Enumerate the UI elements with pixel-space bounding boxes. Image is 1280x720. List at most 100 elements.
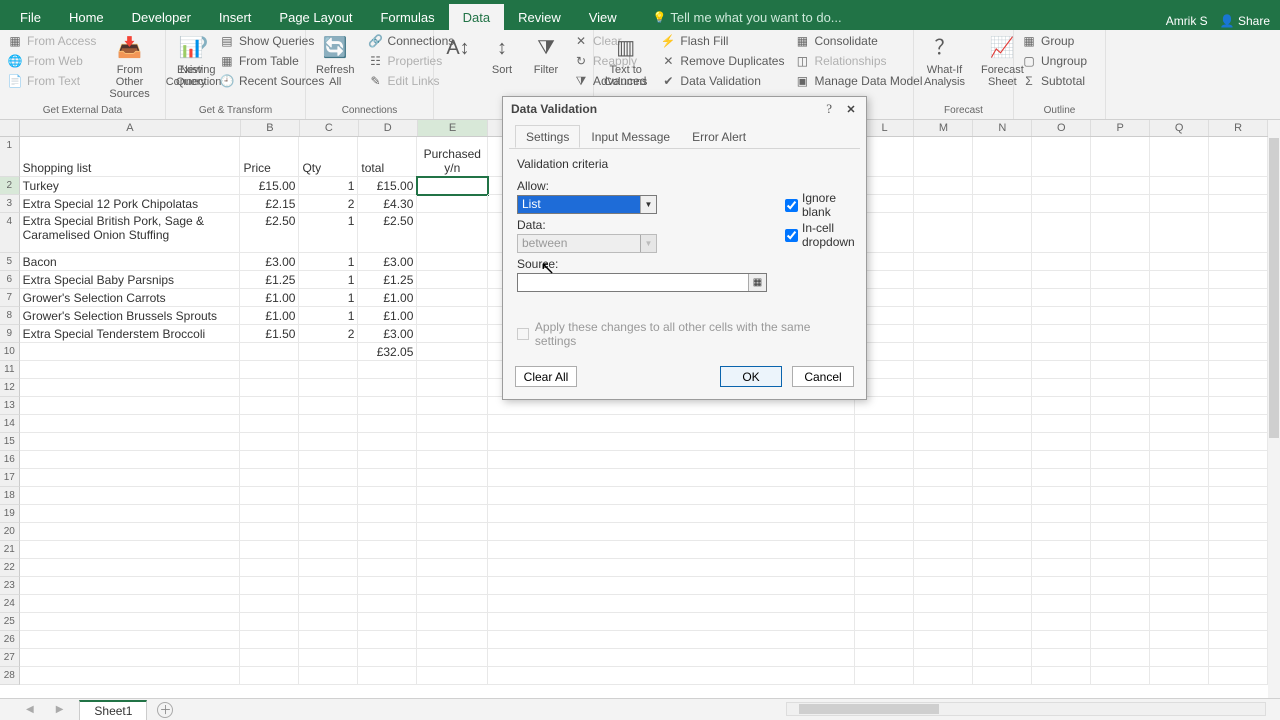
cell[interactable]	[417, 343, 488, 361]
allow-dropdown[interactable]: List ▼	[517, 195, 657, 214]
cell[interactable]	[358, 415, 417, 433]
cell[interactable]	[1032, 613, 1091, 631]
dialog-tab-settings[interactable]: Settings	[515, 125, 580, 148]
cell[interactable]	[1150, 523, 1209, 541]
cell[interactable]	[240, 631, 299, 649]
tab-insert[interactable]: Insert	[205, 4, 266, 30]
cell[interactable]	[358, 469, 417, 487]
cell[interactable]	[1150, 451, 1209, 469]
cell[interactable]	[299, 631, 358, 649]
cell[interactable]	[240, 577, 299, 595]
from-other-sources-button[interactable]: 📥From Other Sources	[103, 32, 155, 102]
cell[interactable]: 1	[299, 213, 358, 253]
row-header[interactable]: 20	[0, 523, 20, 541]
cell[interactable]	[1150, 595, 1209, 613]
cell[interactable]	[1150, 415, 1209, 433]
cell[interactable]	[1150, 433, 1209, 451]
tab-review[interactable]: Review	[504, 4, 575, 30]
cell[interactable]: £1.25	[240, 271, 299, 289]
cell[interactable]	[914, 253, 973, 271]
cell[interactable]	[417, 397, 488, 415]
cell[interactable]	[1091, 415, 1150, 433]
cell[interactable]	[1091, 397, 1150, 415]
cell[interactable]: Turkey	[20, 177, 241, 195]
cell[interactable]	[1209, 649, 1268, 667]
cell[interactable]	[1150, 253, 1209, 271]
cell[interactable]	[417, 469, 488, 487]
cell[interactable]	[1032, 213, 1091, 253]
cell[interactable]	[1209, 213, 1268, 253]
row-header[interactable]: 7	[0, 289, 20, 307]
cell[interactable]	[20, 595, 241, 613]
cell[interactable]	[299, 433, 358, 451]
row-header[interactable]: 16	[0, 451, 20, 469]
cell[interactable]	[1150, 361, 1209, 379]
cell[interactable]	[855, 613, 914, 631]
cell[interactable]	[1150, 213, 1209, 253]
cell[interactable]	[240, 469, 299, 487]
cell[interactable]	[855, 595, 914, 613]
cell[interactable]	[914, 505, 973, 523]
cell[interactable]	[240, 379, 299, 397]
cell[interactable]	[1091, 451, 1150, 469]
cell[interactable]	[358, 397, 417, 415]
row-header[interactable]: 4	[0, 213, 20, 253]
cell[interactable]	[1032, 523, 1091, 541]
share-button[interactable]: Share	[1220, 14, 1270, 28]
cell[interactable]	[914, 631, 973, 649]
cell[interactable]	[20, 613, 241, 631]
cell[interactable]	[1209, 379, 1268, 397]
cell[interactable]	[488, 415, 855, 433]
select-all-cell[interactable]	[0, 120, 20, 137]
tab-page-layout[interactable]: Page Layout	[265, 4, 366, 30]
cell[interactable]	[358, 433, 417, 451]
cell[interactable]	[1209, 343, 1268, 361]
col-r[interactable]: R	[1209, 120, 1268, 136]
in-cell-dropdown-checkbox[interactable]	[785, 229, 798, 242]
cell[interactable]	[299, 451, 358, 469]
cell[interactable]	[417, 667, 488, 685]
cell[interactable]	[417, 613, 488, 631]
cell[interactable]	[973, 469, 1032, 487]
cell[interactable]	[240, 451, 299, 469]
cell[interactable]	[1032, 667, 1091, 685]
sheet-tab-1[interactable]: Sheet1	[79, 700, 147, 720]
cell[interactable]	[1209, 559, 1268, 577]
sheet-nav-prev[interactable]: ◀	[20, 704, 40, 715]
cell[interactable]	[973, 451, 1032, 469]
cell[interactable]: Price	[240, 137, 299, 177]
cell[interactable]	[914, 541, 973, 559]
cell[interactable]	[1032, 289, 1091, 307]
tab-developer[interactable]: Developer	[118, 4, 205, 30]
cell[interactable]	[1032, 271, 1091, 289]
cell[interactable]	[914, 667, 973, 685]
vertical-scrollbar[interactable]	[1268, 120, 1280, 698]
cell[interactable]: total	[358, 137, 417, 177]
cell[interactable]	[1091, 469, 1150, 487]
cell[interactable]	[855, 667, 914, 685]
cell[interactable]	[417, 415, 488, 433]
col-d[interactable]: D	[359, 120, 418, 136]
cell[interactable]	[855, 451, 914, 469]
cell[interactable]	[358, 523, 417, 541]
col-o[interactable]: O	[1032, 120, 1091, 136]
cell[interactable]	[1032, 177, 1091, 195]
cell[interactable]	[488, 433, 855, 451]
cell[interactable]	[855, 523, 914, 541]
cell[interactable]	[299, 361, 358, 379]
cell[interactable]	[488, 487, 855, 505]
cell[interactable]	[299, 487, 358, 505]
sort-az-button[interactable]: A↕	[438, 32, 478, 64]
cell[interactable]	[358, 613, 417, 631]
row-header[interactable]: 26	[0, 631, 20, 649]
cell[interactable]: £15.00	[358, 177, 417, 195]
cell[interactable]	[1150, 613, 1209, 631]
cell[interactable]	[240, 649, 299, 667]
row-header[interactable]: 28	[0, 667, 20, 685]
col-p[interactable]: P	[1091, 120, 1150, 136]
cell[interactable]	[417, 307, 488, 325]
manage-data-model-button[interactable]: ▣Manage Data Model	[791, 72, 925, 90]
cancel-button[interactable]: Cancel	[792, 366, 854, 387]
cell[interactable]: Bacon	[20, 253, 241, 271]
cell[interactable]	[914, 325, 973, 343]
